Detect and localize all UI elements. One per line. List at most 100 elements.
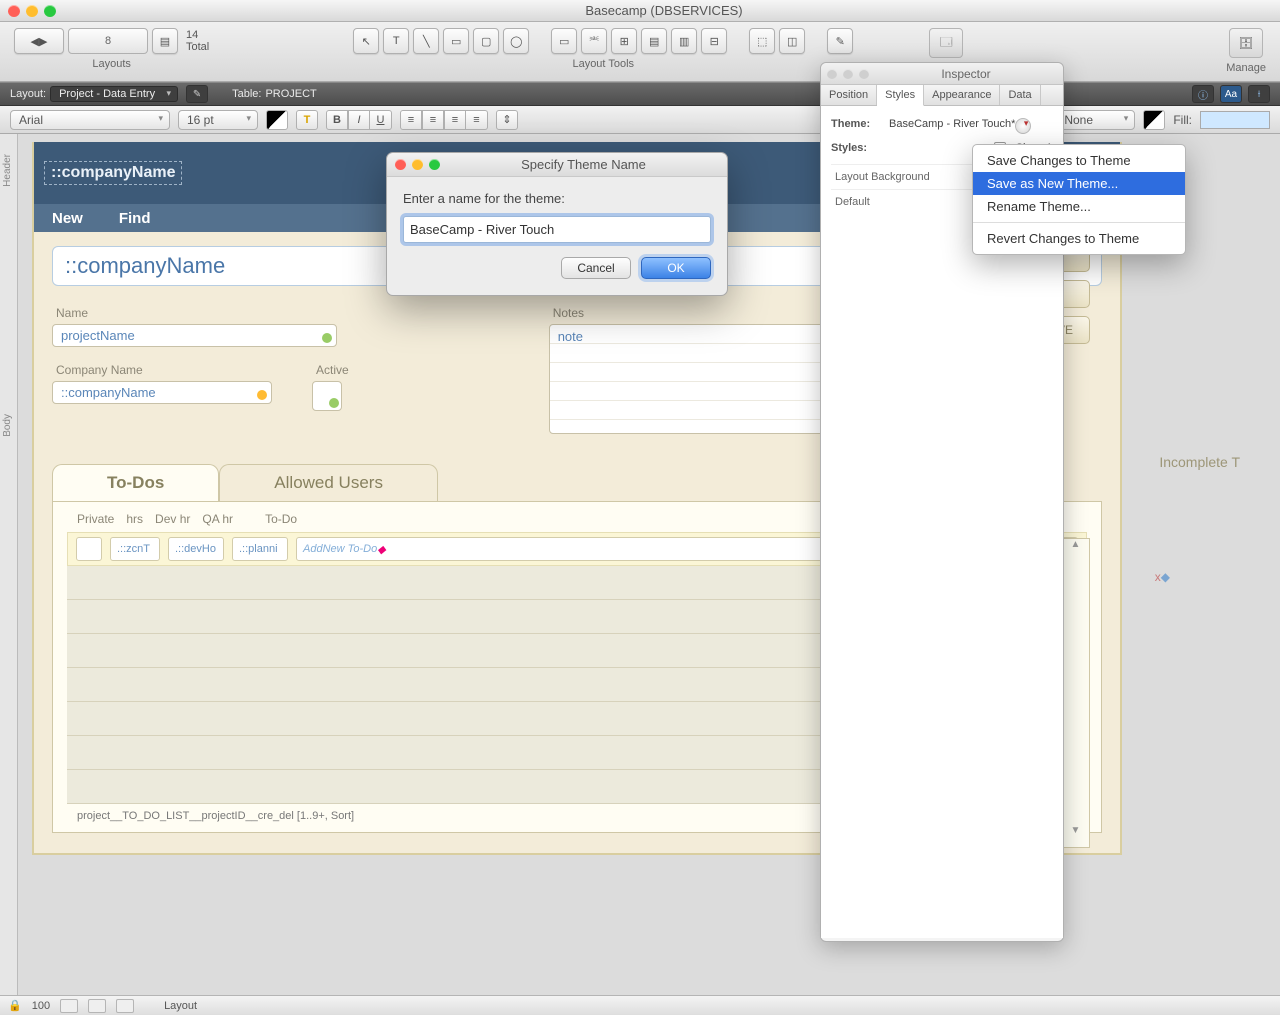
theme-dropdown[interactable]: BaseCamp - River Touch* bbox=[885, 116, 1033, 132]
align-right-icon[interactable]: ≡ bbox=[444, 110, 466, 130]
text-color-icon[interactable] bbox=[266, 110, 288, 130]
tab-todos[interactable]: To-Dos bbox=[52, 464, 219, 501]
hrs-cell[interactable]: .::zcnT bbox=[110, 537, 160, 561]
window-traffic-lights[interactable] bbox=[8, 5, 56, 17]
nav-new[interactable]: New bbox=[34, 210, 101, 227]
format-painter-icon[interactable]: ✎ bbox=[827, 28, 853, 54]
theme-name-input[interactable] bbox=[403, 216, 711, 243]
tab-data[interactable]: Data bbox=[1000, 85, 1040, 105]
view-as-form-icon[interactable] bbox=[88, 999, 106, 1013]
lookup-icon[interactable] bbox=[322, 333, 332, 343]
menu-revert-changes[interactable]: Revert Changes to Theme bbox=[973, 227, 1185, 250]
zoom-value[interactable]: 100 bbox=[32, 1000, 50, 1012]
minimize-icon[interactable] bbox=[843, 69, 853, 79]
info-icon[interactable]: ⓘ bbox=[1192, 85, 1214, 103]
project-name-field[interactable]: projectName bbox=[52, 324, 337, 347]
zoom-icon[interactable] bbox=[429, 159, 440, 170]
dialog-title: Specify Theme Name bbox=[440, 157, 727, 172]
company-name-field[interactable]: ::companyName bbox=[52, 381, 272, 404]
tab-allowed-users[interactable]: Allowed Users bbox=[219, 464, 438, 501]
qahr-cell[interactable]: .::planni bbox=[232, 537, 288, 561]
close-icon[interactable] bbox=[827, 69, 837, 79]
devhr-cell[interactable]: .::devHo bbox=[168, 537, 224, 561]
zoom-fit-icon[interactable] bbox=[60, 999, 78, 1013]
lookup-icon[interactable] bbox=[329, 398, 339, 408]
view-as-list-icon[interactable] bbox=[116, 999, 134, 1013]
close-icon[interactable] bbox=[395, 159, 406, 170]
cancel-button[interactable]: Cancel bbox=[561, 257, 631, 279]
layouts-label: Layouts bbox=[92, 58, 131, 70]
dialog-titlebar[interactable]: Specify Theme Name bbox=[387, 153, 727, 177]
tab-styles[interactable]: Styles bbox=[877, 85, 924, 106]
bold-button[interactable]: B bbox=[326, 110, 348, 130]
scroll-down-icon[interactable]: ▼ bbox=[1062, 825, 1089, 841]
close-icon[interactable] bbox=[8, 5, 20, 17]
lookup-icon[interactable] bbox=[257, 390, 267, 400]
table-value: PROJECT bbox=[265, 88, 316, 100]
private-cell[interactable] bbox=[76, 537, 102, 561]
oval-tool-icon[interactable]: ◯ bbox=[503, 28, 529, 54]
tab-tool-icon[interactable]: ⊞ bbox=[611, 28, 637, 54]
portal-scrollbar[interactable]: ▲ ▼ bbox=[1062, 538, 1090, 848]
line-style-dropdown[interactable]: None bbox=[1055, 110, 1135, 130]
layouts-icon[interactable]: ▤ bbox=[152, 28, 178, 54]
table-label: Table: bbox=[232, 88, 261, 100]
layout-tools-label: Layout Tools bbox=[572, 58, 634, 70]
theme-context-menu[interactable]: Save Changes to Theme Save as New Theme.… bbox=[972, 144, 1186, 255]
edit-layout-icon[interactable]: ✎ bbox=[186, 85, 208, 103]
style-buttons: B I U bbox=[326, 110, 392, 130]
manage-icon[interactable]: 🗄 bbox=[1229, 28, 1263, 58]
inspector-titlebar[interactable]: Inspector bbox=[821, 63, 1063, 85]
italic-button[interactable]: I bbox=[348, 110, 370, 130]
specify-theme-dialog[interactable]: Specify Theme Name Enter a name for the … bbox=[386, 152, 728, 296]
ok-button[interactable]: OK bbox=[641, 257, 711, 279]
popover-tool-icon[interactable]: ◫ bbox=[779, 28, 805, 54]
menu-save-as-new[interactable]: Save as New Theme... bbox=[973, 172, 1185, 195]
field-tool-icon[interactable]: ▭ bbox=[551, 28, 577, 54]
menu-rename-theme[interactable]: Rename Theme... bbox=[973, 195, 1185, 218]
pointer-tool-icon[interactable]: ↖ bbox=[353, 28, 379, 54]
zoom-icon[interactable] bbox=[859, 69, 869, 79]
underline-button[interactable]: U bbox=[370, 110, 392, 130]
lock-icon[interactable]: 🔒 bbox=[8, 999, 22, 1012]
tab-position[interactable]: Position bbox=[821, 85, 877, 105]
header-company-field[interactable]: ::companyName bbox=[44, 161, 182, 185]
ruler-icon[interactable]: ⟊ bbox=[1248, 85, 1270, 103]
fieldlabel-tool-icon[interactable]: ⎃ bbox=[581, 28, 607, 54]
minimize-icon[interactable] bbox=[26, 5, 38, 17]
aa-icon[interactable]: Aa bbox=[1220, 85, 1242, 103]
fill-swatch[interactable] bbox=[1200, 111, 1270, 129]
line-tool-icon[interactable]: ╲ bbox=[413, 28, 439, 54]
rrect-tool-icon[interactable]: ▢ bbox=[473, 28, 499, 54]
line-spacing-icon[interactable]: ⇕ bbox=[496, 110, 518, 130]
text-tool-icon[interactable]: T bbox=[383, 28, 409, 54]
name-label: Name bbox=[56, 306, 349, 320]
zoom-icon[interactable] bbox=[44, 5, 56, 17]
align-left-icon[interactable]: ≡ bbox=[400, 110, 422, 130]
layout-dropdown[interactable]: Project - Data Entry bbox=[50, 86, 178, 102]
nav-find[interactable]: Find bbox=[101, 210, 169, 227]
align-center-icon[interactable]: ≡ bbox=[422, 110, 444, 130]
tab-appearance[interactable]: Appearance bbox=[924, 85, 1000, 105]
font-dropdown[interactable]: Arial bbox=[10, 110, 170, 130]
chart-tool-icon[interactable]: ▥ bbox=[671, 28, 697, 54]
active-checkbox-field[interactable] bbox=[312, 381, 342, 411]
font-size-dropdown[interactable]: 16 pt bbox=[178, 110, 258, 130]
record-nav-button[interactable]: ◀▶ bbox=[14, 28, 64, 54]
styles-label: Styles: bbox=[831, 142, 879, 154]
record-slider[interactable]: 8 bbox=[68, 28, 148, 54]
rect-tool-icon[interactable]: ▭ bbox=[443, 28, 469, 54]
inspector-title: Inspector bbox=[869, 67, 1063, 81]
portal-tool-icon[interactable]: ▤ bbox=[641, 28, 667, 54]
button-tool-icon[interactable]: ⬚ bbox=[749, 28, 775, 54]
highlight-icon[interactable]: T bbox=[296, 110, 318, 130]
window-titlebar: Basecamp (DBSERVICES) bbox=[0, 0, 1280, 22]
minimize-icon[interactable] bbox=[412, 159, 423, 170]
scroll-up-icon[interactable]: ▲ bbox=[1062, 539, 1089, 555]
webviewer-tool-icon[interactable]: ⊟ bbox=[701, 28, 727, 54]
new-layout-icon[interactable]: 🗔 bbox=[929, 28, 963, 58]
status-bar: 🔒 100 Layout bbox=[0, 995, 1280, 1015]
menu-save-changes[interactable]: Save Changes to Theme bbox=[973, 149, 1185, 172]
line-color-icon[interactable] bbox=[1143, 110, 1165, 130]
align-justify-icon[interactable]: ≡ bbox=[466, 110, 488, 130]
